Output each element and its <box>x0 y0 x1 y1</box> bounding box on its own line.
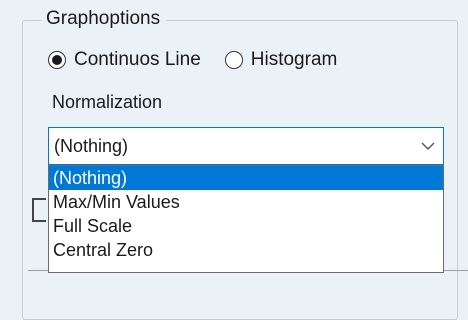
radio-unchecked-icon <box>224 51 243 69</box>
dropdown-option-max-min-values[interactable]: Max/Min Values <box>49 190 443 214</box>
chevron-down-icon[interactable] <box>413 142 443 151</box>
dropdown-option-nothing[interactable]: (Nothing) <box>49 166 443 190</box>
radio-label: Histogram <box>250 49 338 70</box>
radio-continuous-line[interactable]: Continuos Line <box>48 49 201 71</box>
dropdown-option-central-zero[interactable]: Central Zero <box>49 238 443 262</box>
radio-label: Continuos Line <box>74 49 201 70</box>
partially-hidden-control <box>32 198 46 222</box>
radio-checked-icon <box>48 51 66 69</box>
normalization-dropdown-list: (Nothing) Max/Min Values Full Scale Cent… <box>48 165 444 273</box>
group-title: Graphoptions <box>42 7 167 31</box>
radio-histogram[interactable]: Histogram <box>224 49 338 71</box>
normalization-combobox[interactable]: (Nothing) <box>48 127 444 165</box>
dropdown-option-full-scale[interactable]: Full Scale <box>49 214 443 238</box>
graph-type-radio-group: Continuos Line Histogram <box>48 46 361 74</box>
normalization-label: Normalization <box>52 92 163 112</box>
combobox-selected-value: (Nothing) <box>54 135 129 156</box>
